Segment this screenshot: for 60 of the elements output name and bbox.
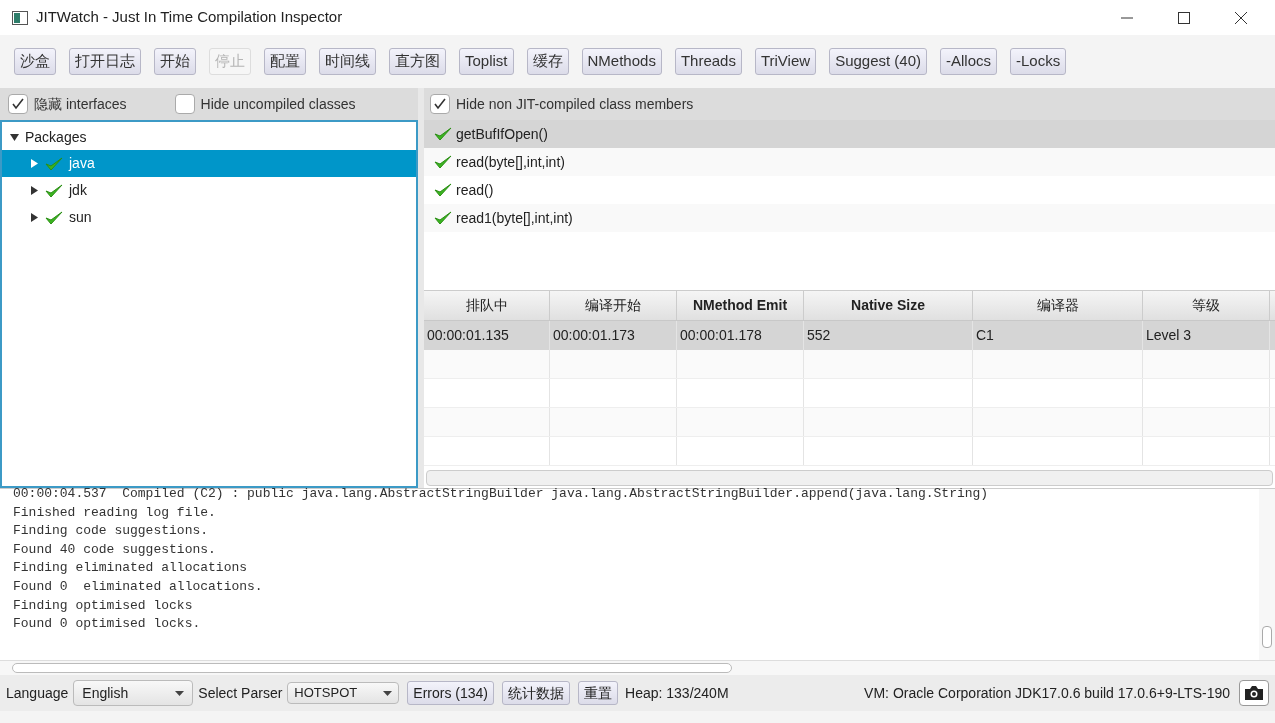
collapsed-arrow-icon[interactable] (30, 186, 39, 195)
log-output: 00:00:04.537 Compiled (C2) : public java.lang.AbstractStringBuilder java.lang.AbstractStringBuilder.append(java.lang.String) Finished reading log file. Finding code suggestions. Found 40 code suggestions. Finding eliminated allocations Found 0 eliminated allocations. Finding optimised locks Found 0 optimised locks. (12, 485, 990, 634)
tree-item[interactable]: Packages (2, 124, 416, 150)
language-label: Language (6, 683, 69, 703)
tree-item[interactable]: jdk (2, 177, 416, 204)
caret-icon (175, 690, 185, 696)
status-button[interactable]: Errors (134) (407, 681, 495, 705)
column-header[interactable]: 编译器 (973, 291, 1143, 320)
camera-icon (1244, 685, 1264, 701)
checkbox[interactable]: 隐藏 interfaces (8, 93, 127, 115)
toolbar-button[interactable]: -Locks (1010, 48, 1067, 75)
close-icon[interactable] (1235, 11, 1247, 24)
checkmark-icon (45, 155, 63, 172)
table-row[interactable]: 00:00:01.135 00:00:01.173 00:00:01.178 552 C1 Level 3 (424, 321, 1275, 350)
language-dropdown[interactable]: English (73, 680, 194, 706)
column-header[interactable]: NMethod Emit (677, 291, 804, 320)
parser-dropdown[interactable]: HOTSPOT (287, 682, 400, 704)
checkmark-icon (45, 209, 63, 226)
expanded-arrow-icon[interactable] (10, 132, 19, 142)
checkmark-icon (434, 126, 452, 142)
camera-button[interactable] (1239, 680, 1269, 706)
column-header[interactable]: 编译开始 (550, 291, 677, 320)
column-header[interactable]: 排队中 (424, 291, 550, 320)
parser-label: Select Parser (198, 683, 283, 703)
toolbar-button[interactable]: 打开日志 (69, 48, 141, 75)
maximize-icon[interactable] (1178, 11, 1190, 24)
vertical-scrollbar[interactable] (1259, 489, 1275, 660)
collapsed-arrow-icon[interactable] (30, 213, 39, 222)
heap-usage: Heap: 133/240M (625, 683, 729, 703)
toolbar-button[interactable]: Threads (674, 48, 742, 75)
toolbar-button[interactable]: NMethods (581, 48, 662, 75)
member-item[interactable]: getBufIfOpen() (424, 120, 1275, 148)
member-item[interactable]: read1(byte[],int,int) (424, 204, 1275, 232)
checkmark-icon (434, 182, 452, 198)
checkmark-icon (433, 97, 447, 111)
checkmark-icon (434, 154, 452, 170)
column-header[interactable]: 等级 (1143, 291, 1270, 320)
toolbar-button[interactable]: 直方图 (389, 48, 446, 75)
toolbar-button[interactable]: 配置 (264, 48, 306, 75)
member-item[interactable]: read(byte[],int,int) (424, 148, 1275, 176)
app-icon (12, 10, 28, 25)
toolbar-button[interactable]: Toplist (459, 48, 514, 75)
caret-icon (383, 690, 393, 696)
vm-info: VM: Oracle Corporation JDK17.0.6 build 17.0.6+9-LTS-190 (864, 683, 1230, 703)
window-title: JITWatch - Just In Time Compilation Inspector (36, 7, 343, 28)
toolbar-button[interactable]: 时间线 (319, 48, 376, 75)
toolbar-button[interactable]: Suggest (40) (829, 48, 927, 75)
tree-item[interactable]: sun (2, 204, 416, 231)
toolbar-button[interactable]: -Allocs (940, 48, 998, 75)
toolbar-button[interactable]: 缓存 (526, 48, 569, 75)
toolbar-button[interactable]: TriView (754, 48, 817, 75)
status-button[interactable]: 重置 (578, 681, 619, 705)
checkmark-icon (11, 97, 25, 111)
status-button[interactable]: 统计数据 (502, 681, 571, 705)
toolbar-button[interactable]: 开始 (154, 48, 196, 75)
checkmark-icon (434, 210, 452, 226)
checkbox[interactable]: Hide uncompiled classes (174, 93, 356, 115)
toolbar-button[interactable]: 沙盒 (14, 48, 56, 75)
column-header[interactable]: Native Size (804, 291, 973, 320)
checkmark-icon (45, 182, 63, 199)
